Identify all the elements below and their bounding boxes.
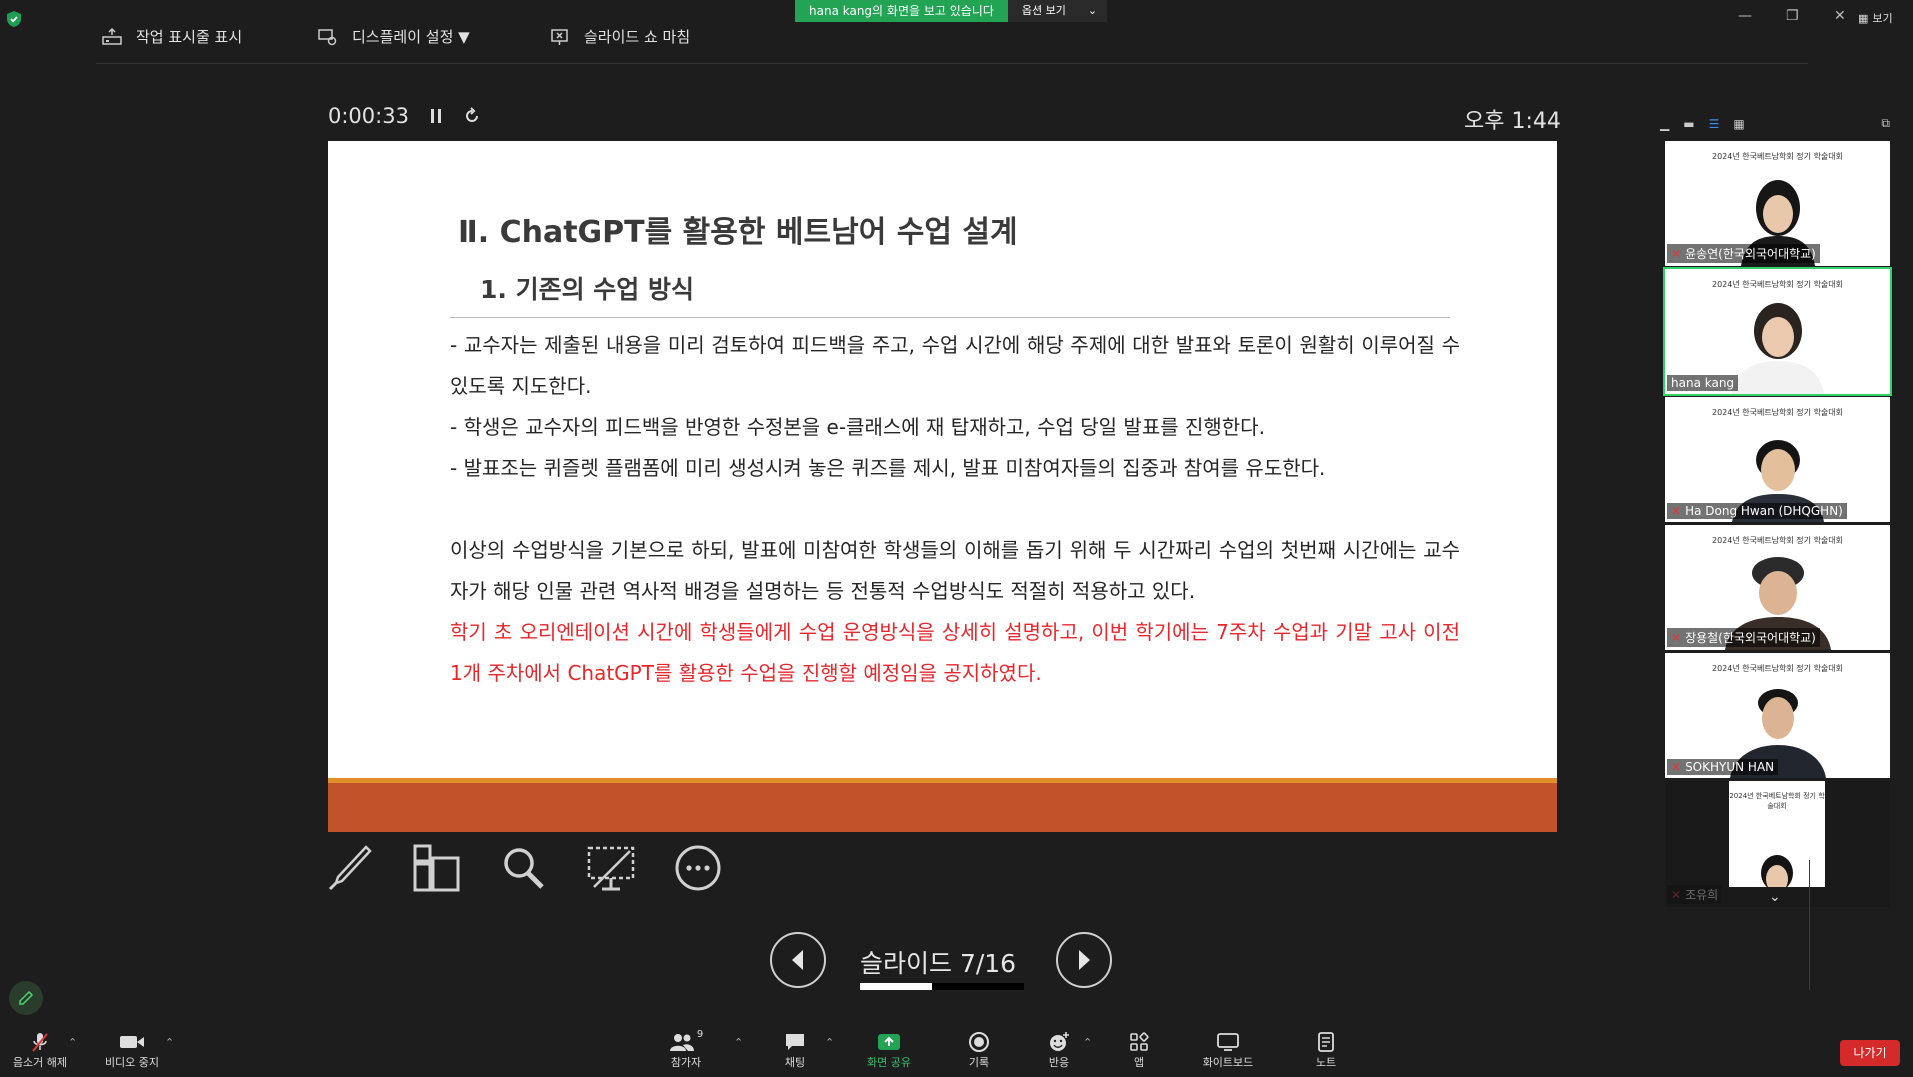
whiteboard-icon (1183, 1030, 1273, 1054)
apps-icon (1094, 1030, 1184, 1054)
notes-icon (1281, 1030, 1371, 1054)
gallery-divider (1809, 860, 1810, 990)
slide-paragraph: 이상의 수업방식을 기본으로 하되, 발표에 미참여한 학생들의 이해를 돕기 … (450, 538, 1460, 603)
participant-name: Ha Dong Hwan (DHQGHN) (1685, 504, 1843, 518)
display-settings-icon (318, 28, 338, 46)
shield-icon[interactable] (6, 10, 22, 28)
apps-button[interactable]: 앱 (1094, 1030, 1184, 1070)
slide-bullet: - 학생은 교수자의 피드백을 반영한 수정본을 e-클래스에 재 탑재하고, … (450, 415, 1265, 439)
mic-muted-icon: ✕ (1671, 888, 1682, 902)
more-options-icon[interactable] (674, 844, 722, 892)
close-icon[interactable]: ✕ (1834, 8, 1846, 24)
slide-divider (450, 317, 1450, 318)
presentation-slide: Ⅱ. ChatGPT를 활용한 베트남어 수업 설계 1. 기존의 수업 방식 … (328, 141, 1557, 832)
next-slide-button[interactable] (1056, 932, 1112, 988)
pause-icon[interactable] (429, 108, 443, 124)
annotate-button[interactable] (9, 981, 43, 1015)
restore-icon[interactable]: ❐ (1786, 8, 1799, 24)
participant-name: 조유희 (1685, 888, 1719, 902)
reactions-options-caret[interactable]: ⌃ (1083, 1036, 1092, 1049)
mic-muted-icon: ✕ (1671, 631, 1682, 645)
tile-banner: 2024년 한국베트남학회 정기 학술대회 (1729, 792, 1825, 810)
slideshow-timer: 0:00:33 (328, 104, 481, 128)
annotation-toolbar (326, 843, 722, 893)
view-options-button[interactable]: 옵션 보기 ⌄ (1007, 0, 1108, 22)
end-slideshow-icon (550, 28, 570, 46)
leave-button[interactable]: 나가기 (1840, 1040, 1900, 1066)
slide-overview-icon[interactable] (412, 843, 462, 893)
show-taskbar-button[interactable]: 작업 표시줄 표시 (102, 26, 242, 47)
participant-name: hana kang (1671, 376, 1735, 390)
participants-icon: 9 (641, 1028, 731, 1054)
slide-subtitle: 1. 기존의 수업 방식 (480, 275, 695, 304)
gallery-view-icon[interactable]: ▦ (1733, 117, 1744, 131)
view-button[interactable]: ▦ 보기 (1858, 10, 1893, 26)
black-screen-icon[interactable] (586, 843, 636, 893)
mic-muted-icon: ✕ (1671, 247, 1682, 261)
chevron-left-icon (792, 950, 803, 970)
slide-bullet: - 발표조는 퀴즐렛 플램폼에 미리 생성시켜 놓은 퀴즈를 제시, 발표 미참… (450, 456, 1326, 480)
minimize-gallery-icon[interactable]: ▁ (1660, 117, 1669, 131)
display-settings-button[interactable]: 디스플레이 설정 ▼ (318, 26, 470, 47)
pen-icon[interactable] (326, 843, 374, 893)
share-screen-icon (844, 1030, 934, 1054)
record-icon (934, 1030, 1024, 1054)
slide-body: - 교수자는 제출된 내용을 미리 검토하여 피드백을 주고, 수업 시간에 해… (450, 325, 1460, 694)
tile-banner: 2024년 한국베트남학회 정기 학술대회 (1711, 152, 1844, 161)
mic-muted-icon: ✕ (1671, 504, 1682, 518)
gallery-controls: ▁ ▬ ☰ ▦ ⧉ (1660, 116, 1890, 131)
screen-share-banner: hana kang의 화면을 보고 있습니다 옵션 보기 ⌄ (795, 0, 1108, 22)
single-view-icon[interactable]: ▬ (1683, 117, 1694, 131)
chevron-right-icon (1079, 950, 1090, 970)
scroll-down-icon[interactable]: ⌄ (1769, 889, 1781, 905)
minimize-icon[interactable]: — (1738, 8, 1752, 24)
record-button[interactable]: 기록 (934, 1030, 1024, 1070)
sharing-status: hana kang의 화면을 보고 있습니다 (795, 0, 1008, 22)
participant-tile[interactable]: 2024년 한국베트남학회 정기 학술대회 ✕ 장용철(한국외국어대학교) (1665, 525, 1890, 650)
chevron-down-icon: ⌄ (1087, 4, 1098, 17)
slide-counter: 슬라이드 7/16 (860, 949, 1017, 978)
video-options-caret[interactable]: ⌃ (165, 1036, 174, 1049)
participant-name: 장용철(한국외국어대학교) (1685, 631, 1816, 645)
notes-button[interactable]: 노트 (1281, 1030, 1371, 1070)
chat-options-caret[interactable]: ⌃ (825, 1036, 834, 1049)
participants-button[interactable]: 9 참가자 (641, 1028, 731, 1070)
mic-muted-icon: ✕ (1671, 760, 1682, 774)
taskbar-icon (102, 27, 122, 46)
previous-slide-button[interactable] (770, 932, 826, 988)
slide-highlight: 학기 초 오리엔테이션 시간에 학생들에게 수업 운영방식을 상세히 설명하고,… (450, 620, 1460, 685)
whiteboard-button[interactable]: 화이트보드 (1183, 1030, 1273, 1070)
slide-footer-band (328, 783, 1557, 832)
participant-tile[interactable]: 2024년 한국베트남학회 정기 학술대회 ✕ SOKHYUN HAN (1665, 653, 1890, 778)
slide-title: Ⅱ. ChatGPT를 활용한 베트남어 수업 설계 (458, 215, 1018, 250)
participant-tile-active-speaker[interactable]: 2024년 한국베트남학회 정기 학술대회 hana kang (1663, 267, 1892, 396)
toolbar-divider (96, 63, 1808, 64)
slide-bullet: - 교수자는 제출된 내용을 미리 검토하여 피드백을 주고, 수업 시간에 해… (450, 333, 1460, 398)
audio-options-caret[interactable]: ⌃ (68, 1036, 77, 1049)
zoom-icon[interactable] (500, 843, 548, 893)
participant-tile[interactable]: 2024년 한국베트남학회 정기 학술대회 ✕ 윤송연(한국외국어대학교) (1665, 141, 1890, 266)
participant-name: SOKHYUN HAN (1685, 760, 1775, 774)
clock-display: 오후 1:44 (1464, 109, 1561, 134)
participant-tile[interactable]: 2024년 한국베트남학회 정기 학술대회 ✕ Ha Dong Hwan (DHQ… (1665, 397, 1890, 522)
grid-view-icon: ▦ (1858, 11, 1869, 25)
end-slideshow-button[interactable]: 슬라이드 쇼 마침 (550, 26, 690, 47)
slide-progress-fill (860, 983, 932, 990)
strip-view-icon[interactable]: ☰ (1709, 117, 1720, 131)
participant-name: 윤송연(한국외국어대학교) (1685, 247, 1816, 261)
pencil-icon (19, 990, 34, 1005)
tile-banner: 2024년 한국베트남학회 정기 학술대회 (1711, 408, 1844, 417)
share-screen-button[interactable]: 화면 공유 (844, 1030, 934, 1070)
video-camera-icon (87, 1030, 177, 1054)
stop-video-button[interactable]: 비디오 중지 (87, 1030, 177, 1070)
participants-count: 9 (696, 1028, 704, 1040)
participant-video: 2024년 한국베트남학회 정기 학술대회 (1729, 781, 1825, 887)
pop-out-icon[interactable]: ⧉ (1881, 116, 1890, 131)
participants-options-caret[interactable]: ⌃ (734, 1036, 743, 1049)
reset-timer-icon[interactable] (463, 107, 481, 125)
participant-tile[interactable]: 2024년 한국베트남학회 정기 학술대회 ✕ 조유희 ⌄ (1665, 781, 1890, 907)
